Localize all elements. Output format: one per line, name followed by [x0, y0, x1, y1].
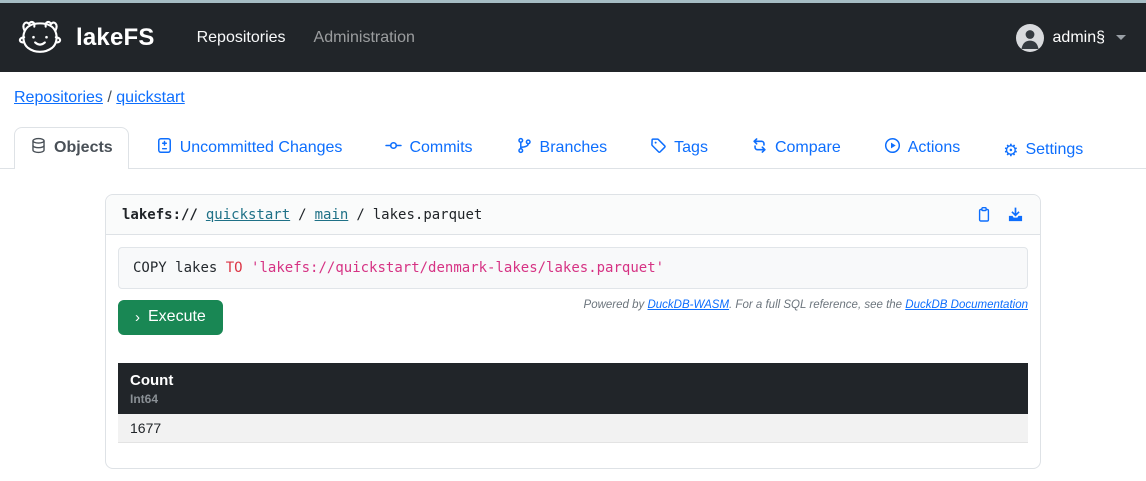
nav-item-repositories[interactable]: Repositories: [183, 21, 300, 55]
chevron-right-icon: ›: [135, 310, 140, 325]
powered-by-text: . For a full SQL reference, see the: [729, 299, 905, 311]
execute-label: Execute: [148, 308, 206, 326]
powered-by-text: Powered by: [584, 299, 648, 311]
object-path-bar: lakefs:// quickstart / main / lakes.parq…: [106, 195, 1040, 235]
nav-item-administration[interactable]: Administration: [300, 21, 429, 55]
path-repo-link[interactable]: quickstart: [206, 207, 290, 223]
tab-settings[interactable]: ⚙ Settings: [987, 131, 1099, 168]
tab-label: Tags: [674, 139, 708, 157]
tab-label: Branches: [540, 139, 608, 157]
commit-icon: [385, 137, 402, 159]
compare-icon: [751, 137, 768, 159]
execute-button[interactable]: › Execute: [118, 300, 223, 335]
tab-label: Uncommitted Changes: [180, 139, 343, 157]
navbar: lakeFS Repositories Administration admin…: [0, 3, 1146, 72]
repository-tabs: Objects Uncommitted Changes Commits: [0, 127, 1146, 169]
object-path: lakefs:// quickstart / main / lakes.parq…: [122, 207, 482, 223]
user-menu[interactable]: admin§: [1016, 24, 1126, 52]
branch-icon: [516, 137, 533, 159]
duckdb-docs-link[interactable]: DuckDB Documentation: [905, 299, 1028, 311]
tab-uncommitted-changes[interactable]: Uncommitted Changes: [140, 127, 359, 168]
sql-query-editor[interactable]: COPY lakes TO 'lakefs://quickstart/denma…: [118, 247, 1028, 289]
tab-commits[interactable]: Commits: [369, 127, 488, 168]
column-name: Count: [130, 372, 1016, 389]
table-row: 1677: [118, 414, 1028, 443]
username: admin§: [1053, 29, 1105, 47]
object-actions: [976, 206, 1024, 223]
play-circle-icon: [884, 137, 901, 159]
navbar-links: Repositories Administration: [183, 21, 429, 55]
path-ref-link[interactable]: main: [315, 207, 349, 223]
file-diff-icon: [156, 137, 173, 159]
sql-token: lakes: [175, 260, 217, 276]
results-header-cell: Count Int64: [118, 363, 1028, 414]
object-viewer-card: lakefs:// quickstart / main / lakes.parq…: [105, 194, 1041, 469]
sql-token: COPY: [133, 260, 167, 276]
sql-token-string: 'lakefs://quickstart/denmark-lakes/lakes…: [251, 260, 664, 276]
cell-value: 1677: [130, 420, 161, 436]
database-icon: [30, 137, 47, 159]
copy-path-button[interactable]: [976, 206, 992, 223]
tab-label: Objects: [54, 139, 113, 157]
sql-token-keyword: TO: [226, 260, 243, 276]
path-scheme: lakefs://: [122, 207, 198, 223]
execute-row: › Execute Powered by DuckDB-WASM. For a f…: [118, 298, 1028, 335]
user-avatar-icon: [1016, 24, 1044, 52]
duckdb-panel: COPY lakes TO 'lakefs://quickstart/denma…: [106, 235, 1040, 468]
lakefs-brand[interactable]: lakeFS: [14, 16, 155, 60]
powered-by-note: Powered by DuckDB-WASM. For a full SQL r…: [584, 299, 1028, 311]
tab-actions[interactable]: Actions: [868, 127, 976, 168]
tab-label: Compare: [775, 139, 841, 157]
breadcrumb-separator: /: [103, 89, 116, 106]
path-separator: /: [298, 207, 306, 223]
tag-icon: [650, 137, 667, 159]
tab-branches[interactable]: Branches: [500, 127, 624, 168]
duckdb-wasm-link[interactable]: DuckDB-WASM: [647, 299, 729, 311]
tab-compare[interactable]: Compare: [735, 127, 857, 168]
tab-label: Actions: [908, 139, 960, 157]
breadcrumb: Repositories / quickstart: [0, 72, 1146, 107]
tab-label: Settings: [1025, 141, 1083, 159]
tab-tags[interactable]: Tags: [634, 127, 724, 168]
breadcrumb-repositories-link[interactable]: Repositories: [14, 89, 103, 106]
tab-objects[interactable]: Objects: [14, 127, 129, 169]
path-filename: lakes.parquet: [373, 207, 483, 223]
brand-name: lakeFS: [76, 24, 155, 52]
download-object-button[interactable]: [1007, 206, 1024, 223]
breadcrumb-repo-link[interactable]: quickstart: [116, 89, 184, 106]
tab-label: Commits: [409, 139, 472, 157]
column-type: Int64: [130, 392, 1016, 406]
query-results-table: Count Int64 1677: [118, 363, 1028, 443]
gear-icon: ⚙: [1003, 142, 1018, 159]
lakefs-axolotl-logo-icon: [14, 16, 66, 60]
path-separator: /: [356, 207, 364, 223]
chevron-down-icon: [1116, 35, 1126, 40]
